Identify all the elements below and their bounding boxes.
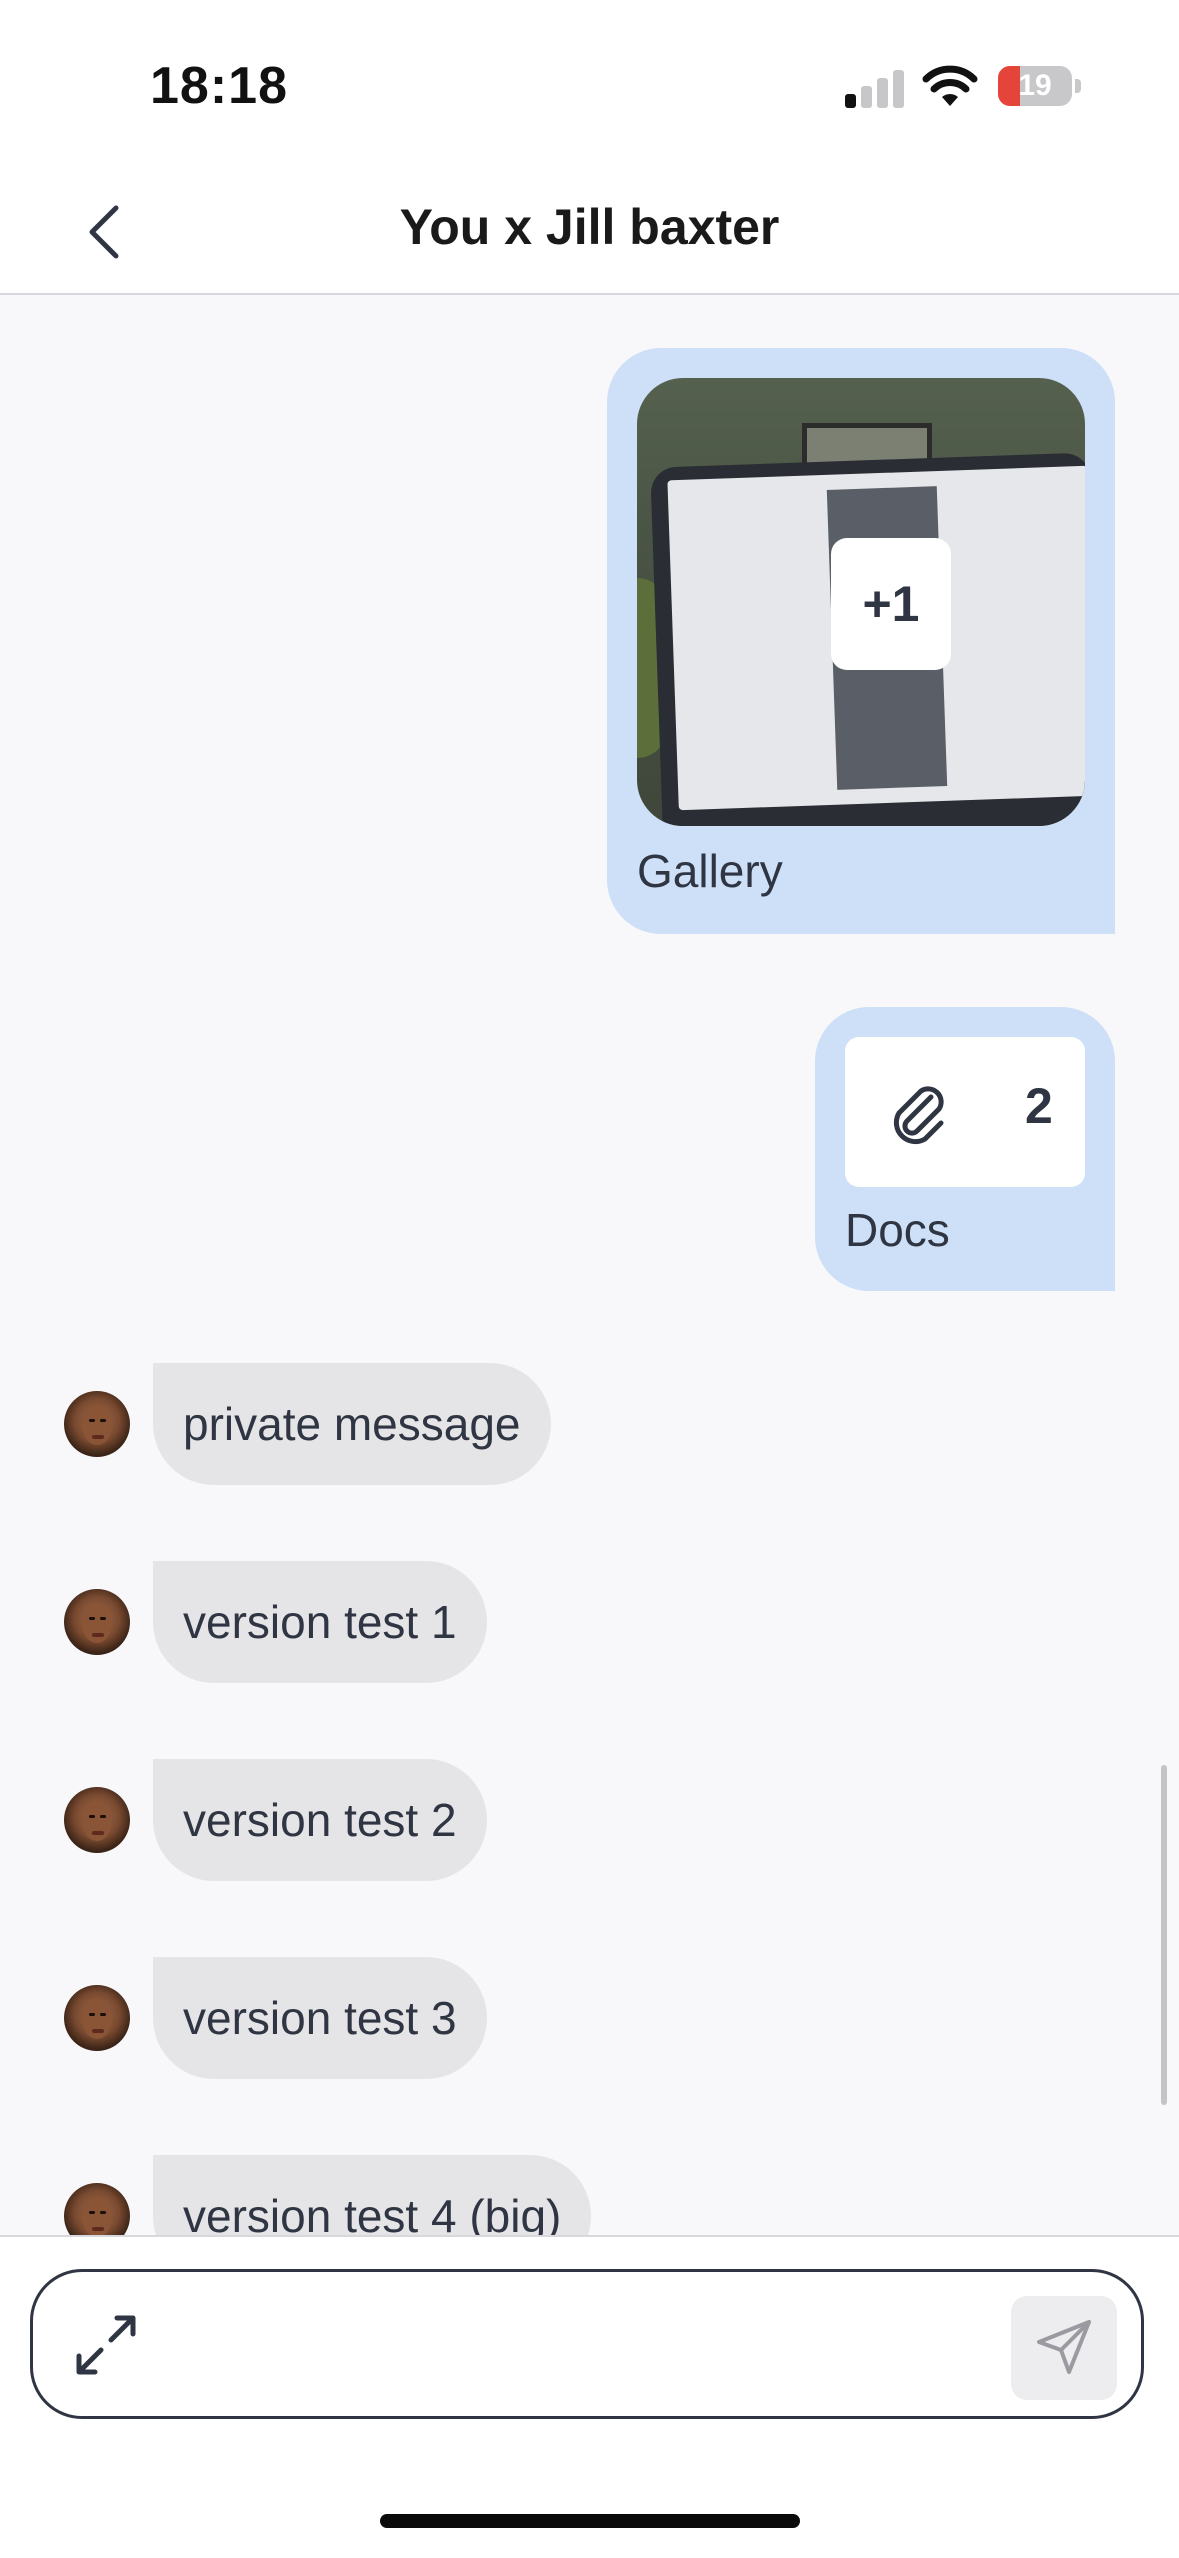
avatar[interactable]: [64, 1787, 130, 1853]
message-input[interactable]: [30, 2269, 1144, 2419]
avatar[interactable]: [64, 1589, 130, 1655]
signal-icon: [845, 68, 905, 108]
docs-count: 2: [1025, 1078, 1053, 1134]
status-time: 18:18: [150, 57, 288, 115]
gallery-label: Gallery: [637, 845, 783, 897]
message-bubble[interactable]: version test 4 (big): [153, 2155, 592, 2235]
composer-area: [0, 2235, 1179, 2558]
docs-attachment[interactable]: 2: [845, 1037, 1085, 1187]
chat-header: You x Jill baxter: [0, 170, 1179, 295]
docs-label: Docs: [845, 1204, 950, 1256]
battery-level: 19: [1018, 69, 1052, 102]
status-bar: 18:18 19: [0, 0, 1179, 170]
scrollbar[interactable]: [1161, 1765, 1167, 2105]
paperclip-icon: [893, 1086, 944, 1145]
avatar[interactable]: [64, 1391, 130, 1457]
extra-photos-count[interactable]: +1: [831, 538, 951, 670]
message-bubble[interactable]: version test 2: [153, 1759, 487, 1881]
home-indicator: [380, 2514, 800, 2528]
send-button[interactable]: [1011, 2296, 1117, 2400]
battery-icon: 19: [998, 66, 1081, 106]
docs-message[interactable]: 2 Docs: [815, 1007, 1115, 1291]
avatar[interactable]: [64, 2183, 130, 2235]
wifi-icon: [922, 65, 978, 106]
message-bubble[interactable]: private message: [153, 1363, 551, 1485]
message-bubble[interactable]: version test 3: [153, 1957, 487, 2079]
message-list[interactable]: +1 Gallery 2 Docs private message versio…: [0, 295, 1179, 2235]
expand-icon[interactable]: [71, 2310, 141, 2380]
gallery-photo[interactable]: +1: [637, 378, 1085, 826]
message-bubble[interactable]: version test 1: [153, 1561, 487, 1683]
send-icon: [1037, 2320, 1091, 2374]
avatar[interactable]: [64, 1985, 130, 2051]
page-title: You x Jill baxter: [399, 199, 780, 255]
gallery-message[interactable]: +1 Gallery: [607, 348, 1115, 934]
